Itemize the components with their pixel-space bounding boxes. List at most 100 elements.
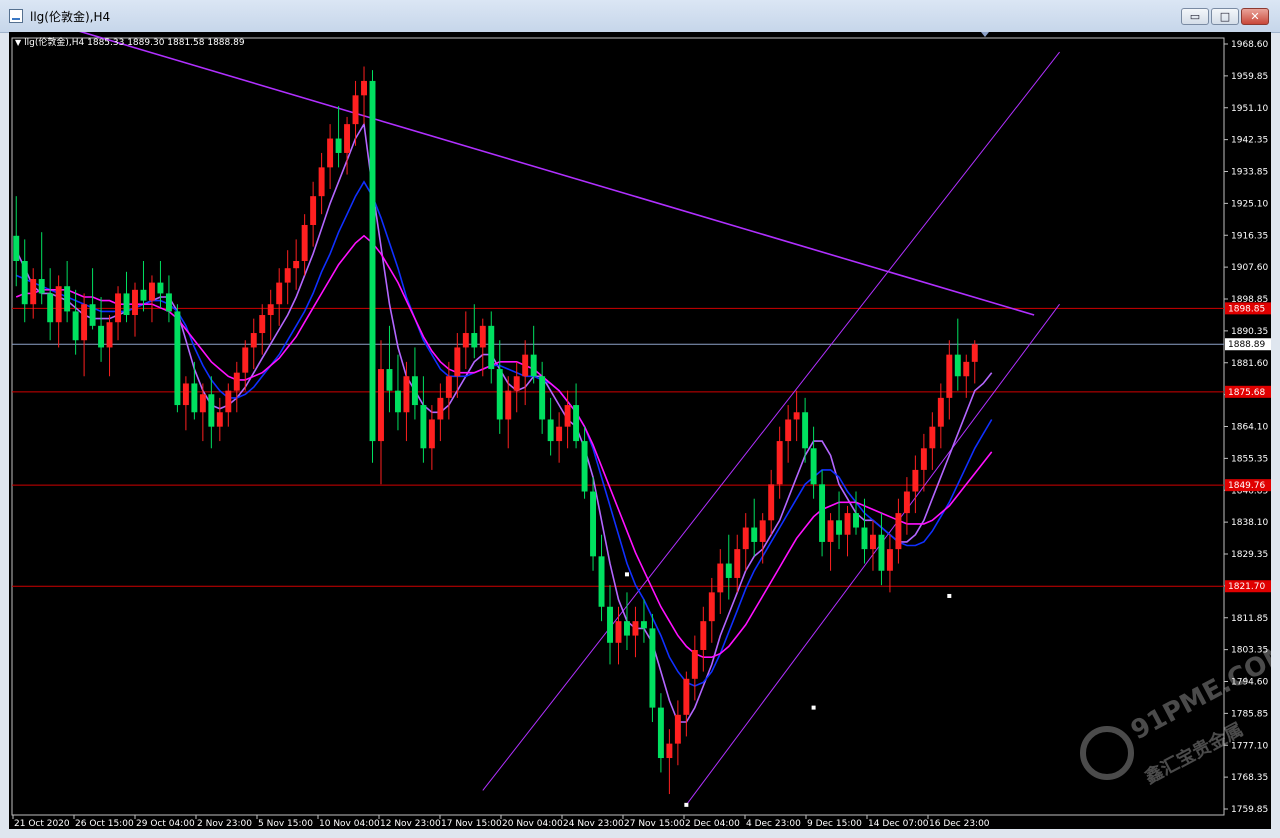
x-tick-label: 21 Oct 2020: [14, 819, 70, 829]
x-tick-label: 14 Dec 07:00: [868, 819, 929, 829]
candle-body: [819, 484, 826, 542]
candle-body: [496, 369, 503, 420]
candle-body: [386, 369, 393, 391]
x-tick-label: 27 Nov 15:00: [624, 819, 685, 829]
candle-body: [318, 167, 325, 197]
hline-price-tag: 1875.68: [1228, 388, 1265, 398]
candle-body: [148, 282, 155, 301]
candle-body: [208, 394, 215, 427]
candle-body: [683, 678, 690, 715]
candle-body: [352, 95, 359, 125]
close-button[interactable]: ✕: [1241, 8, 1269, 25]
candle-body: [615, 621, 622, 643]
candle-body: [250, 333, 257, 348]
hline-price-tag: 1821.70: [1228, 582, 1265, 592]
candle-body: [522, 354, 529, 377]
candle-body: [878, 534, 885, 571]
candle-body: [38, 279, 45, 294]
chart-window[interactable]: 1968.60 1959.85 1951.10 1942.35 1933.85 1925.…: [9, 32, 1271, 829]
x-tick-label: 12 Nov 23:00: [380, 819, 441, 829]
window-titlebar: llg(伦敦金),H4 ▭ □ ✕: [0, 0, 1280, 33]
watermark-ring: [1080, 726, 1134, 780]
candle-body: [844, 513, 851, 535]
candle-body: [776, 441, 783, 485]
candle-body: [89, 304, 96, 326]
candle-body: [691, 649, 698, 679]
y-tick-label: 1890.35: [1231, 327, 1268, 337]
candle-body: [225, 390, 232, 413]
candle-body: [895, 513, 902, 550]
candle-body: [954, 354, 961, 377]
candle-body: [106, 322, 113, 348]
candle-body: [836, 520, 843, 535]
price-chart[interactable]: 1968.60 1959.85 1951.10 1942.35 1933.85 1925.…: [9, 32, 1271, 829]
candle-body: [505, 390, 512, 420]
candle-body: [700, 621, 707, 650]
candle-body: [437, 397, 444, 420]
minimize-button[interactable]: ▭: [1181, 8, 1209, 25]
hline-price-tag: 1849.76: [1228, 481, 1265, 491]
candle-body: [21, 261, 28, 305]
candle-body: [657, 707, 664, 759]
candle-body: [369, 80, 376, 442]
candle-body: [590, 491, 597, 557]
y-tick-label: 1829.35: [1231, 550, 1268, 560]
candle-body: [394, 390, 401, 413]
candle-body: [937, 397, 944, 427]
candle-body: [335, 138, 342, 153]
y-tick-label: 1933.85: [1231, 168, 1268, 178]
candle-body: [598, 556, 605, 607]
y-tick-label: 1864.10: [1231, 423, 1268, 433]
candle-body: [182, 383, 189, 406]
collapse-icon[interactable]: ▼: [15, 38, 21, 47]
candle-body: [547, 419, 554, 442]
y-tick-label: 1942.35: [1231, 136, 1268, 146]
candle-body: [725, 563, 732, 578]
candle-body: [361, 80, 367, 96]
y-tick-label: 1759.85: [1231, 805, 1268, 815]
x-tick-label: 24 Nov 23:00: [563, 819, 624, 829]
chart-shift-marker: [981, 32, 989, 37]
candle-body: [13, 235, 20, 262]
candle-body: [530, 354, 537, 377]
candle-body: [513, 376, 520, 391]
y-tick-label: 1855.35: [1231, 454, 1268, 464]
plot-frame: [11, 37, 1225, 816]
candle-body: [471, 333, 478, 348]
candle-body: [98, 325, 105, 348]
x-tick-label: 16 Dec 23:00: [929, 819, 990, 829]
watermark-text: 91PME.COM: [1126, 637, 1271, 746]
candle-body: [666, 743, 673, 759]
candle-body: [242, 347, 249, 373]
candle-body: [411, 376, 418, 406]
hline-price-tag: 1898.85: [1228, 304, 1265, 314]
candle-body: [267, 304, 274, 316]
candle-body: [581, 441, 588, 492]
candle-body: [539, 376, 546, 420]
candle-body: [55, 286, 62, 323]
y-tick-label: 1907.60: [1231, 263, 1268, 273]
candle-body: [72, 311, 79, 341]
y-tick-label: 1925.10: [1231, 199, 1268, 209]
candle-body: [861, 527, 868, 550]
candle-body: [870, 534, 876, 550]
candle-body: [301, 224, 308, 262]
y-tick-label: 1951.10: [1231, 104, 1268, 114]
candle-body: [912, 469, 919, 492]
candle-body: [140, 289, 147, 301]
candle-body: [734, 549, 741, 578]
y-tick-label: 1811.85: [1231, 614, 1268, 624]
candle-body: [768, 484, 775, 521]
x-tick-label: 2 Nov 23:00: [197, 819, 252, 829]
chart-window-icon: [9, 9, 23, 23]
candle-body: [920, 448, 927, 470]
candle-body: [564, 405, 571, 427]
y-tick-label: 1768.35: [1231, 773, 1268, 783]
x-tick-label: 4 Dec 23:00: [746, 819, 801, 829]
candle-body: [378, 369, 384, 442]
restore-button[interactable]: □: [1211, 8, 1239, 25]
candle-body: [403, 376, 410, 413]
candle-body: [793, 412, 800, 420]
candle-body: [420, 405, 427, 449]
candle-body: [344, 124, 351, 153]
